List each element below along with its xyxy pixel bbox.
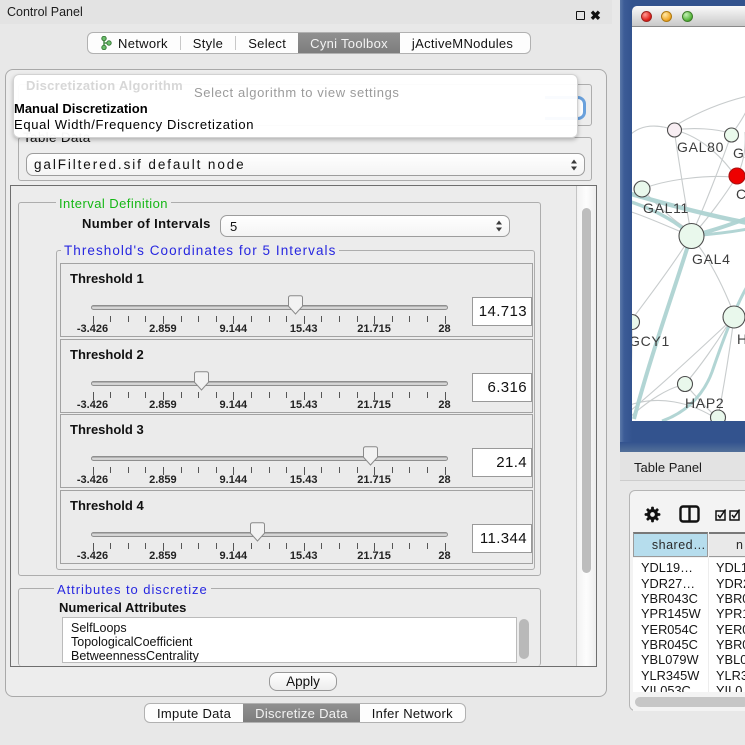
svg-text:HA: HA	[737, 331, 745, 347]
svg-text:GAL4: GAL4	[692, 251, 731, 267]
svg-text:CY: CY	[736, 186, 745, 202]
svg-text:GAL11: GAL11	[643, 200, 689, 216]
svg-text:HAP2: HAP2	[685, 395, 724, 411]
svg-text:GAL80: GAL80	[677, 139, 724, 155]
svg-text:GCY1: GCY1	[632, 333, 670, 349]
svg-text:GA: GA	[733, 145, 745, 161]
